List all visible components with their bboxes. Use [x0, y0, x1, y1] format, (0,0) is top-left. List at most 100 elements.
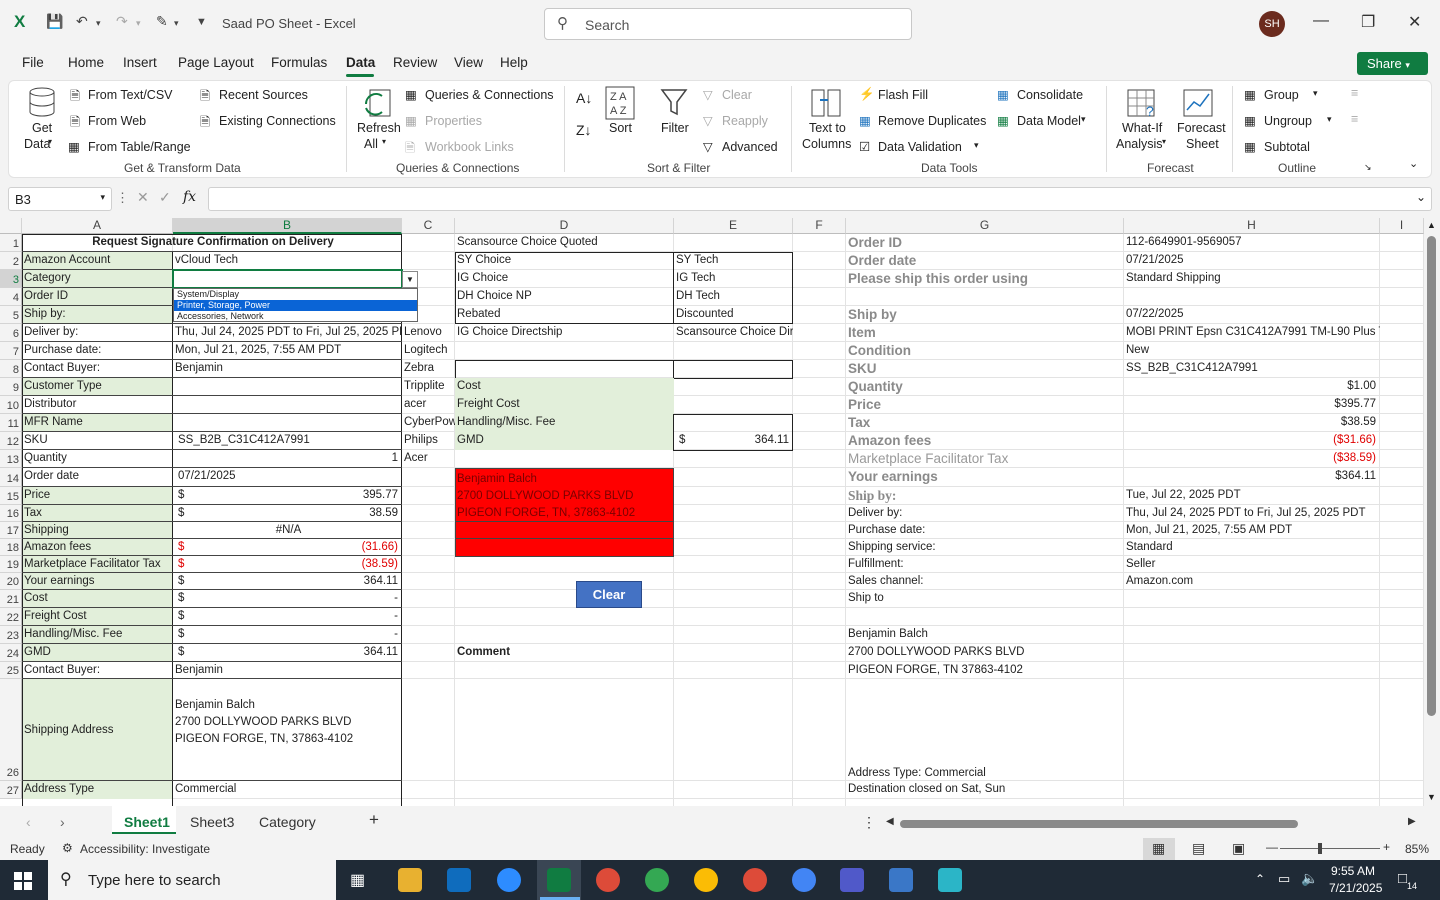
remote-app-icon[interactable] [938, 868, 962, 892]
enter-icon[interactable]: ✓ [159, 189, 171, 206]
from-table-range-button[interactable]: From Table/Range [88, 140, 191, 154]
row-header-17[interactable]: 17 [0, 522, 22, 539]
row-header-12[interactable]: 12 [0, 432, 22, 450]
task-view-icon[interactable]: ▦ [350, 870, 365, 890]
volume-icon[interactable]: 🔈 [1301, 870, 1318, 887]
restore-icon[interactable]: ❐ [1361, 12, 1375, 32]
sheet-tab-sheet1[interactable]: Sheet1 [124, 814, 170, 830]
row-header-5[interactable]: 5 [0, 306, 22, 324]
from-text-csv-button[interactable]: From Text/CSV [88, 88, 173, 102]
what-if-analysis-button[interactable]: What-If [1122, 121, 1162, 135]
row-header-16[interactable]: 16 [0, 505, 22, 522]
tab-view[interactable]: View [454, 55, 483, 70]
column-header-a[interactable]: A [22, 218, 173, 234]
tab-data[interactable]: Data [346, 55, 375, 70]
clear-button[interactable]: Clear [576, 581, 642, 608]
avatar[interactable]: SH [1259, 11, 1285, 37]
horizontal-scroll-thumb[interactable] [900, 820, 1298, 828]
collapse-ribbon-icon[interactable]: ⌄ [1409, 157, 1418, 170]
row-header-7[interactable]: 7 [0, 342, 22, 360]
chrome-icon[interactable] [645, 868, 669, 892]
category-dropdown-list[interactable]: System/Display Printer, Storage, Power Acc… [173, 288, 418, 322]
tab-page-layout[interactable]: Page Layout [178, 55, 254, 70]
dropdown-arrow-icon[interactable]: ▼ [402, 271, 418, 288]
column-header-i[interactable]: I [1380, 218, 1424, 234]
queries-connections-button[interactable]: Queries & Connections [425, 88, 554, 102]
customize-toolbar-icon[interactable]: ▼ [196, 16, 207, 28]
row-header-27[interactable]: 27 [0, 781, 22, 799]
row-header-8[interactable]: 8 [0, 360, 22, 378]
windows-start-icon[interactable] [14, 872, 32, 890]
row-header-6[interactable]: 6 [0, 324, 22, 342]
tab-home[interactable]: Home [68, 55, 104, 70]
reapply-button[interactable]: Reapply [722, 114, 768, 128]
expand-formula-bar-icon[interactable]: ⌄ [1416, 190, 1426, 204]
more-options-icon[interactable]: ⋮ [116, 190, 129, 206]
zoom-in-icon[interactable]: + [1383, 840, 1390, 854]
normal-view-icon[interactable]: ▦ [1152, 840, 1165, 857]
get-data-button-label[interactable]: Data [24, 137, 50, 151]
notifications-icon[interactable]: □ [1398, 870, 1407, 887]
fill-color-icon[interactable]: ✎ [156, 13, 168, 30]
next-sheet-icon[interactable]: › [60, 814, 65, 830]
existing-connections-button[interactable]: Existing Connections [219, 114, 336, 128]
get-data-button[interactable]: Get [32, 121, 52, 135]
close-icon[interactable]: ✕ [1408, 12, 1421, 32]
tab-formulas[interactable]: Formulas [271, 55, 327, 70]
column-header-f[interactable]: F [793, 218, 846, 234]
chevron-down-icon[interactable]: ▾ [1313, 88, 1318, 99]
zoom-slider[interactable] [1280, 848, 1380, 849]
chrome-icon[interactable] [596, 868, 620, 892]
remove-duplicates-button[interactable]: Remove Duplicates [878, 114, 986, 128]
column-header-c[interactable]: C [402, 218, 455, 234]
row-header-26[interactable]: 26 [0, 679, 22, 781]
zoom-level[interactable]: 85% [1405, 842, 1429, 856]
redo-dropdown-icon[interactable]: ▾ [136, 18, 141, 29]
tab-file[interactable]: File [22, 55, 44, 70]
zoom-slider-thumb[interactable] [1318, 843, 1322, 854]
chevron-down-icon[interactable]: ▾ [1327, 114, 1332, 125]
clear-filter-button[interactable]: Clear [722, 88, 752, 102]
row-header-2[interactable]: 2 [0, 252, 22, 270]
flash-fill-button[interactable]: Flash Fill [878, 88, 928, 102]
share-button[interactable]: Share ▾ [1357, 52, 1428, 75]
text-to-columns-label[interactable]: Columns [802, 137, 851, 151]
excel-taskbar-icon[interactable] [547, 868, 571, 892]
vertical-scrollbar[interactable]: ▲ ▼ [1424, 218, 1440, 806]
row-header-3[interactable]: 3 [0, 270, 22, 288]
row-header-24[interactable]: 24 [0, 644, 22, 662]
tab-bar-options-icon[interactable]: ⋮ [862, 814, 876, 831]
fill-dropdown-icon[interactable]: ▾ [174, 18, 179, 29]
column-header-d[interactable]: D [455, 218, 674, 234]
row-header-9[interactable]: 9 [0, 378, 22, 396]
calculator-icon[interactable] [889, 868, 913, 892]
row-header-13[interactable]: 13 [0, 450, 22, 468]
network-icon[interactable]: ▭ [1278, 871, 1290, 887]
scroll-up-icon[interactable]: ▲ [1427, 220, 1436, 230]
column-header-g[interactable]: G [846, 218, 1124, 234]
row-header-4[interactable]: 4 [0, 288, 22, 306]
chrome-icon[interactable] [792, 868, 816, 892]
forecast-sheet-button[interactable]: Forecast [1177, 121, 1226, 135]
selected-cell-b3[interactable] [172, 269, 403, 289]
accessibility-status[interactable]: Accessibility: Investigate [80, 842, 210, 856]
search-box[interactable]: ⚲ Search [544, 8, 912, 40]
undo-dropdown-icon[interactable]: ▾ [96, 18, 101, 29]
what-if-analysis-label[interactable]: Analysis [1116, 137, 1163, 151]
tab-insert[interactable]: Insert [123, 55, 157, 70]
refresh-all-label[interactable]: All [364, 137, 378, 151]
minimize-icon[interactable]: — [1313, 12, 1329, 30]
outlook-icon[interactable] [447, 868, 471, 892]
row-header-18[interactable]: 18 [0, 539, 22, 556]
save-icon[interactable]: 💾 [46, 13, 63, 30]
hide-detail-icon[interactable]: ≡ [1351, 112, 1358, 126]
row-header-1[interactable]: 1 [0, 234, 22, 252]
row-header-22[interactable]: 22 [0, 608, 22, 626]
formula-input[interactable]: ⌄ [208, 187, 1432, 211]
advanced-filter-button[interactable]: Advanced [722, 140, 778, 154]
scroll-left-icon[interactable]: ◀ [886, 816, 894, 827]
taskbar-search[interactable]: ⚲ Type here to search [48, 860, 336, 900]
tab-help[interactable]: Help [500, 55, 528, 70]
ungroup-button[interactable]: Ungroup [1264, 114, 1312, 128]
row-header-20[interactable]: 20 [0, 573, 22, 590]
